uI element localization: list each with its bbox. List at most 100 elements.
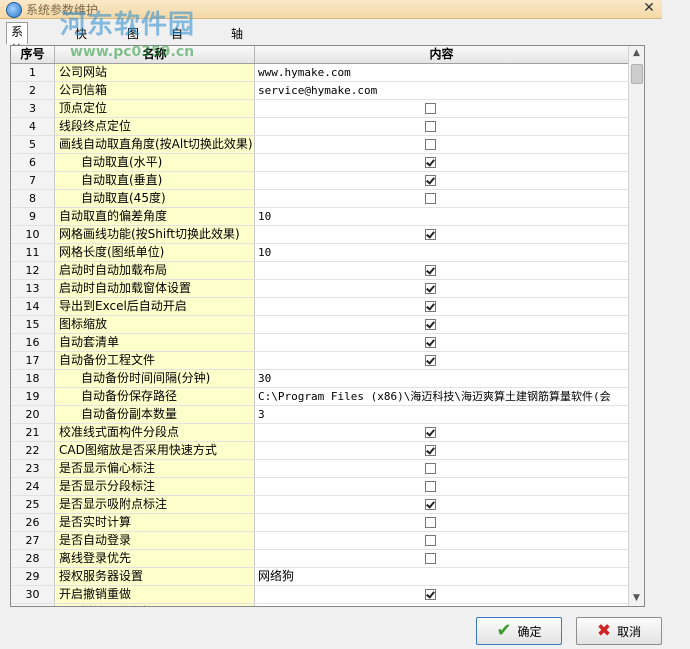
row-value[interactable]	[255, 442, 627, 459]
ok-button[interactable]: ✔ 确定	[476, 617, 562, 645]
row-value[interactable]: 10	[255, 208, 627, 225]
row-checkbox[interactable]	[425, 103, 436, 114]
table-row[interactable]: 11 网格长度(图纸单位) 10	[11, 244, 628, 262]
table-row[interactable]: 10 网格画线功能(按Shift切换此效果)	[11, 226, 628, 244]
check-icon: ✔	[496, 620, 512, 641]
table-row[interactable]: 20 自动备份副本数量 3	[11, 406, 628, 424]
table-row[interactable]: 27 是否自动登录	[11, 532, 628, 550]
table-row[interactable]: 26 是否实时计算	[11, 514, 628, 532]
row-checkbox[interactable]	[425, 175, 436, 186]
table-row[interactable]: 8 自动取直(45度)	[11, 190, 628, 208]
table-row[interactable]: 21 校准线式面构件分段点	[11, 424, 628, 442]
vertical-scrollbar[interactable]: ▲ ▼	[628, 46, 644, 606]
table-row[interactable]: 3 顶点定位	[11, 100, 628, 118]
row-value[interactable]	[255, 532, 627, 549]
table-row[interactable]: 15 图标缩放	[11, 316, 628, 334]
tab-axis-style[interactable]: 轴网样式	[226, 24, 248, 95]
row-checkbox[interactable]	[425, 427, 436, 438]
table-row[interactable]: 28 离线登录优先	[11, 550, 628, 568]
row-value[interactable]	[255, 226, 627, 243]
row-value[interactable]	[255, 586, 627, 603]
row-checkbox[interactable]	[425, 463, 436, 474]
row-value[interactable]	[255, 100, 627, 117]
row-value[interactable]	[255, 298, 627, 315]
row-value[interactable]	[255, 136, 627, 153]
row-value[interactable]	[255, 262, 627, 279]
row-value[interactable]	[255, 478, 627, 495]
row-checkbox[interactable]	[425, 121, 436, 132]
scroll-up-icon[interactable]: ▲	[629, 46, 644, 61]
scroll-down-icon[interactable]: ▼	[629, 591, 644, 606]
row-value[interactable]	[255, 190, 627, 207]
row-value[interactable]: service@hymake.com	[255, 82, 627, 99]
table-row[interactable]: 5 画线自动取直角度(按Alt切换此效果)	[11, 136, 628, 154]
row-value[interactable]	[255, 352, 627, 369]
row-checkbox[interactable]	[425, 229, 436, 240]
row-value[interactable]	[255, 280, 627, 297]
row-value[interactable]	[255, 334, 627, 351]
row-checkbox[interactable]	[425, 589, 436, 600]
row-number: 29	[11, 568, 55, 585]
row-value[interactable]	[255, 550, 627, 567]
table-row[interactable]: 16 自动套清单	[11, 334, 628, 352]
table-row[interactable]: 13 启动时自动加载窗体设置	[11, 280, 628, 298]
close-button[interactable]: ✕	[640, 0, 658, 16]
row-value[interactable]: 30	[255, 370, 627, 387]
table-row[interactable]: 6 自动取直(水平)	[11, 154, 628, 172]
table-row[interactable]: 24 是否显示分段标注	[11, 478, 628, 496]
table-row[interactable]: 1 公司网站 www.hymake.com	[11, 64, 628, 82]
tab-auto-snap[interactable]: 自动捕捉	[166, 24, 188, 95]
row-checkbox[interactable]	[425, 193, 436, 204]
row-value[interactable]: 10	[255, 244, 627, 261]
row-value[interactable]: 3	[255, 406, 627, 423]
table-row[interactable]: 29 授权服务器设置 网络狗	[11, 568, 628, 586]
tab-graphics[interactable]: 图形	[122, 24, 144, 59]
row-value[interactable]	[255, 172, 627, 189]
row-checkbox[interactable]	[425, 283, 436, 294]
table-row[interactable]: 22 CAD图缩放是否采用快速方式	[11, 442, 628, 460]
row-value[interactable]	[255, 424, 627, 441]
table-row[interactable]: 25 是否显示吸附点标注	[11, 496, 628, 514]
title-bar: 系统参数维护 ✕	[0, 0, 662, 19]
row-value[interactable]	[255, 514, 627, 531]
table-row[interactable]: 12 启动时自动加载布局	[11, 262, 628, 280]
row-checkbox[interactable]	[425, 535, 436, 546]
row-checkbox[interactable]	[425, 319, 436, 330]
row-checkbox[interactable]	[425, 553, 436, 564]
row-value[interactable]	[255, 118, 627, 135]
row-value[interactable]: 5	[255, 604, 627, 606]
row-checkbox[interactable]	[425, 139, 436, 150]
table-row[interactable]: 31撤销重做步数5	[11, 604, 628, 606]
tab-shortcuts[interactable]: 快捷键	[70, 24, 92, 77]
scroll-thumb[interactable]	[631, 64, 643, 84]
row-value[interactable]: C:\Program Files (x86)\海迈科技\海迈爽算土建钢筋算量软件…	[255, 388, 627, 405]
row-value[interactable]: 网络狗	[255, 568, 627, 585]
row-checkbox[interactable]	[425, 517, 436, 528]
row-checkbox[interactable]	[425, 499, 436, 510]
row-value[interactable]	[255, 154, 627, 171]
row-checkbox[interactable]	[425, 481, 436, 492]
tab-system-default[interactable]: 系统默认	[6, 22, 29, 93]
table-row[interactable]: 2 公司信箱 service@hymake.com	[11, 82, 628, 100]
table-row[interactable]: 7 自动取直(垂直)	[11, 172, 628, 190]
row-value[interactable]	[255, 316, 627, 333]
table-row[interactable]: 4 线段终点定位	[11, 118, 628, 136]
table-row[interactable]: 18 自动备份时间间隔(分钟) 30	[11, 370, 628, 388]
table-row[interactable]: 17 自动备份工程文件	[11, 352, 628, 370]
table-row[interactable]: 23 是否显示偏心标注	[11, 460, 628, 478]
cancel-button[interactable]: ✖ 取消	[576, 617, 662, 645]
row-value[interactable]	[255, 460, 627, 477]
table-row[interactable]: 19 自动备份保存路径 C:\Program Files (x86)\海迈科技\海迈…	[11, 388, 628, 406]
row-checkbox[interactable]	[425, 265, 436, 276]
row-checkbox[interactable]	[425, 337, 436, 348]
row-name: 自动备份保存路径	[55, 388, 255, 405]
table-row[interactable]: 9 自动取直的偏差角度 10	[11, 208, 628, 226]
row-value[interactable]	[255, 496, 627, 513]
row-checkbox[interactable]	[425, 301, 436, 312]
row-checkbox[interactable]	[425, 355, 436, 366]
row-checkbox[interactable]	[425, 445, 436, 456]
table-row[interactable]: 14 导出到Excel后自动开启	[11, 298, 628, 316]
table-row[interactable]: 30 开启撤销重做	[11, 586, 628, 604]
row-value[interactable]: www.hymake.com	[255, 64, 627, 81]
row-checkbox[interactable]	[425, 157, 436, 168]
